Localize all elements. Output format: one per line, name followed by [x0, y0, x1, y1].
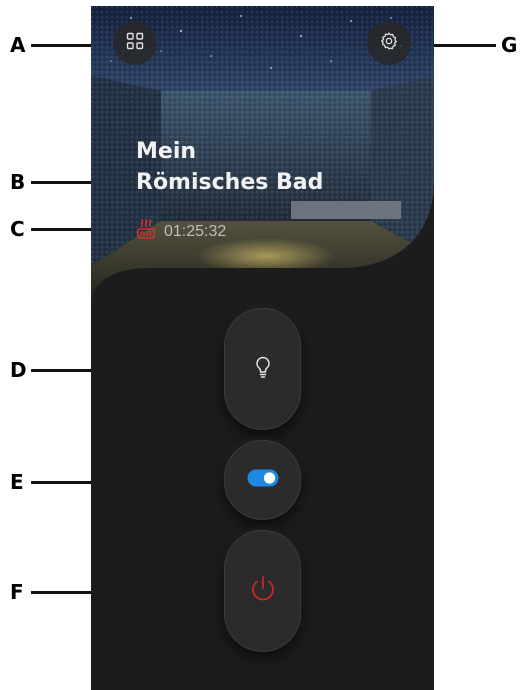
callout-label-d: D	[10, 358, 27, 382]
callout-label-c: C	[10, 217, 25, 241]
callout-label-a: A	[10, 33, 26, 57]
heater-icon	[136, 218, 156, 245]
room-title-line1: Mein	[136, 139, 197, 164]
lightbulb-icon	[253, 355, 273, 384]
callout-label-e: E	[10, 470, 24, 494]
toggle-button[interactable]	[224, 440, 301, 520]
callout-label-b: B	[10, 170, 26, 194]
toggle-switch-icon	[247, 469, 279, 492]
callout-label-g: G	[501, 33, 518, 57]
power-icon	[249, 574, 277, 609]
phone-screen: Mein Römisches Bad 01:25:32	[91, 6, 434, 690]
room-title: Mein Römisches Bad	[136, 136, 323, 198]
timer-text: 01:25:32	[164, 222, 227, 240]
light-button[interactable]	[224, 308, 301, 430]
heating-timer: 01:25:32	[136, 218, 226, 245]
menu-button[interactable]	[113, 21, 157, 65]
room-title-line2: Römisches Bad	[136, 170, 324, 195]
power-button[interactable]	[224, 530, 301, 652]
callout-label-f: F	[10, 580, 24, 604]
settings-button[interactable]	[367, 21, 411, 65]
gear-icon	[379, 31, 399, 56]
grid-icon	[126, 32, 144, 55]
